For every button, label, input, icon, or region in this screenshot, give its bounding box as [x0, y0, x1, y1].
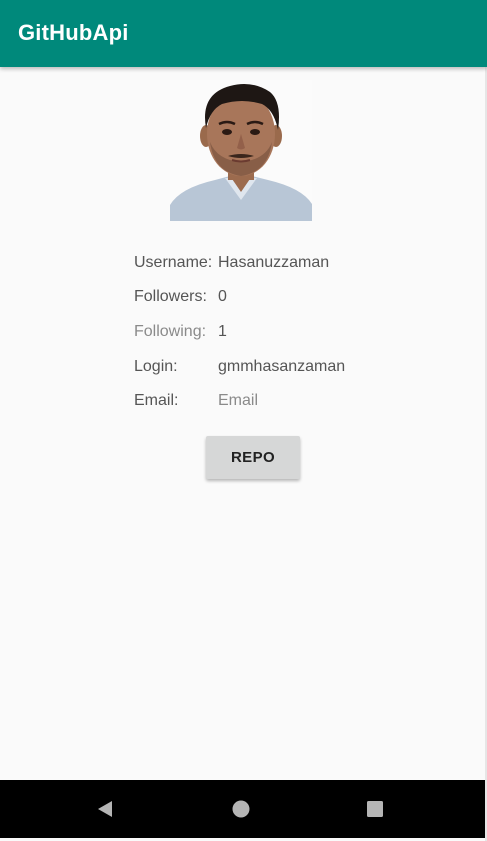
username-value: Hasanuzzaman [218, 254, 330, 271]
home-circle-icon [232, 800, 250, 818]
avatar-photo [170, 80, 312, 221]
repo-button[interactable]: REPO [206, 436, 300, 479]
avatar [170, 80, 312, 221]
recents-square-icon [367, 801, 383, 817]
app-bar: GitHubApi [0, 0, 487, 67]
login-value: gmmhasanzaman [218, 358, 346, 375]
recents-button[interactable] [360, 794, 390, 824]
home-button[interactable] [226, 794, 256, 824]
system-nav-bar [0, 780, 487, 838]
back-triangle-icon [98, 801, 112, 817]
followers-label: Followers: [134, 288, 207, 305]
following-label: Following: [134, 323, 207, 340]
username-label: Username: [134, 254, 213, 271]
email-value: Email [218, 392, 259, 409]
login-label: Login: [134, 358, 178, 375]
email-label: Email: [134, 392, 179, 409]
app-title: GitHubApi [18, 20, 129, 45]
following-value: 1 [218, 323, 227, 340]
followers-value: 0 [218, 288, 227, 305]
app-screen: GitHubApi Username: Hasanuzzaman Followe… [0, 0, 487, 841]
back-button[interactable] [90, 794, 120, 824]
